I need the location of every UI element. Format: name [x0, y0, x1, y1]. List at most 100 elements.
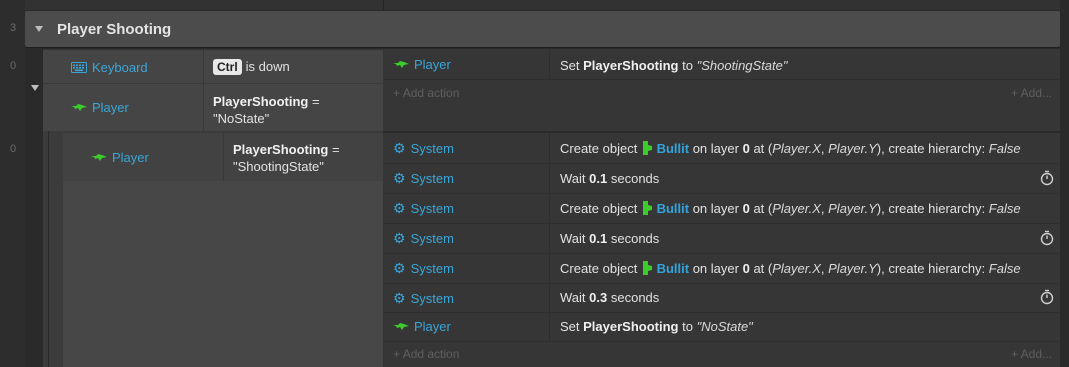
event-actions[interactable]: Player Set PlayerShooting to "ShootingSt…: [383, 49, 1060, 131]
timer-icon: [1040, 230, 1054, 246]
action-object-label: System: [410, 291, 454, 306]
condition-object-label: Player: [92, 100, 129, 115]
action-value: "NoState": [696, 319, 753, 334]
condition-object-keyboard[interactable]: Keyboard: [71, 60, 148, 75]
bullet-object-icon: [642, 141, 652, 155]
action-object-system[interactable]: ⚙ System: [393, 200, 454, 217]
gutter-number: 3: [10, 22, 17, 34]
action-row[interactable]: Player Set PlayerShooting to "NoState": [383, 313, 1060, 341]
action-text-part: on layer: [692, 261, 739, 276]
gear-icon: ⚙: [393, 200, 406, 216]
action-text[interactable]: Wait 0.3 seconds: [560, 290, 659, 305]
action-text[interactable]: Create object Bullit on layer 0 at (Play…: [560, 261, 1021, 276]
right-edge: [1060, 0, 1069, 367]
param-y: Player.Y: [828, 201, 877, 216]
column-divider: [203, 50, 204, 131]
gear-icon: ⚙: [393, 170, 406, 186]
param-hierarchy: False: [988, 261, 1021, 276]
action-value: "ShootingState": [696, 58, 788, 73]
gutter-number: 0: [10, 143, 17, 155]
gear-icon: ⚙: [393, 290, 406, 306]
action-text-part: on layer: [692, 201, 739, 216]
action-object-label: Player: [414, 57, 451, 72]
bullet-object-icon: [642, 201, 652, 215]
sub-event-condition-row[interactable]: Player PlayerShooting = "ShootingState": [63, 133, 383, 181]
condition-object-player[interactable]: Player: [71, 100, 129, 115]
add-menu-link[interactable]: + Add...: [1011, 347, 1052, 361]
action-row[interactable]: ⚙ System Create object Bullit on layer 0…: [383, 254, 1060, 283]
operator: =: [331, 142, 340, 157]
condition-desc: is down: [245, 59, 290, 74]
action-object-system[interactable]: ⚙ System: [393, 260, 454, 277]
action-text-part: ), create hierarchy:: [876, 141, 986, 156]
action-row[interactable]: ⚙ System Create object Bullit on layer 0…: [383, 194, 1060, 223]
add-menu-link[interactable]: + Add...: [1011, 86, 1052, 100]
gear-icon: ⚙: [393, 260, 406, 276]
wait-unit: seconds: [610, 231, 660, 246]
bullet-object-icon: [642, 261, 652, 275]
param-y: Player.Y: [828, 261, 877, 276]
action-text[interactable]: Create object Bullit on layer 0 at (Play…: [560, 141, 1021, 156]
collapse-triangle-icon[interactable]: [31, 85, 39, 91]
operator: =: [311, 94, 320, 109]
action-object-system[interactable]: ⚙ System: [393, 230, 454, 247]
sub-event-actions[interactable]: ⚙ System Create object Bullit on layer 0…: [383, 133, 1060, 367]
compare-value: "ShootingState": [233, 159, 324, 174]
line-gutter: 3 0 0: [0, 0, 25, 367]
wait-value: 0.3: [589, 290, 608, 305]
previous-event-strip: [25, 0, 1060, 10]
condition-text[interactable]: Ctrl is down: [213, 59, 290, 75]
action-row[interactable]: ⚙ System Create object Bullit on layer 0…: [383, 133, 1060, 163]
action-object-system[interactable]: ⚙ System: [393, 290, 454, 307]
wait-unit: seconds: [610, 290, 660, 305]
action-object-player[interactable]: Player: [393, 319, 451, 334]
action-object-system[interactable]: ⚙ System: [393, 170, 454, 187]
action-verb: Create object: [560, 141, 638, 156]
add-action-link[interactable]: + Add action: [393, 86, 459, 100]
action-object-player[interactable]: Player: [393, 57, 451, 72]
action-text[interactable]: Set PlayerShooting to "NoState": [560, 319, 753, 334]
row-divider: [383, 79, 1060, 80]
row-divider: [43, 83, 383, 84]
player-icon: [91, 153, 107, 161]
event-conditions[interactable]: Keyboard Ctrl is down Player PlayerShooti…: [31, 49, 383, 131]
add-menu-label: Add...: [1020, 347, 1052, 361]
timer-icon: [1040, 170, 1054, 186]
action-row[interactable]: ⚙ System Wait 0.3 seconds: [383, 284, 1060, 312]
object-name: Bullit: [656, 141, 690, 156]
player-icon: [393, 60, 409, 68]
param-x: Player.X: [772, 201, 821, 216]
column-divider: [223, 133, 224, 181]
action-mid: to: [682, 58, 693, 73]
action-object-system[interactable]: ⚙ System: [393, 140, 454, 157]
compare-value: "NoState": [213, 111, 270, 126]
action-text[interactable]: Create object Bullit on layer 0 at (Play…: [560, 201, 1021, 216]
action-row[interactable]: ⚙ System Wait 0.1 seconds: [383, 224, 1060, 253]
object-name: Bullit: [656, 201, 690, 216]
condition-text[interactable]: PlayerShooting = "NoState": [213, 93, 320, 127]
action-row[interactable]: ⚙ System Wait 0.1 seconds: [383, 164, 1060, 193]
action-verb: Set: [560, 319, 580, 334]
layer-value: 0: [742, 141, 750, 156]
gear-icon: ⚙: [393, 140, 406, 156]
group-header[interactable]: Player Shooting: [25, 11, 1060, 47]
variable-name: PlayerShooting: [233, 142, 329, 157]
player-icon: [393, 322, 409, 330]
action-text-part: ,: [820, 261, 825, 276]
action-verb: Create object: [560, 261, 638, 276]
action-verb: Create object: [560, 201, 638, 216]
layer-value: 0: [742, 201, 750, 216]
add-action-link[interactable]: + Add action: [393, 347, 459, 361]
action-text[interactable]: Wait 0.1 seconds: [560, 171, 659, 186]
action-text[interactable]: Set PlayerShooting to "ShootingState": [560, 58, 788, 73]
condition-object-label: Keyboard: [92, 60, 148, 75]
gutter-number: 0: [10, 60, 17, 72]
param-hierarchy: False: [988, 201, 1021, 216]
collapse-triangle-icon[interactable]: [35, 26, 43, 32]
add-menu-label: Add...: [1020, 86, 1052, 100]
action-text[interactable]: Wait 0.1 seconds: [560, 231, 659, 246]
condition-object-player[interactable]: Player: [91, 150, 149, 165]
key-badge: Ctrl: [213, 59, 242, 75]
add-action-label: Add action: [402, 86, 460, 100]
condition-text[interactable]: PlayerShooting = "ShootingState": [233, 141, 340, 175]
